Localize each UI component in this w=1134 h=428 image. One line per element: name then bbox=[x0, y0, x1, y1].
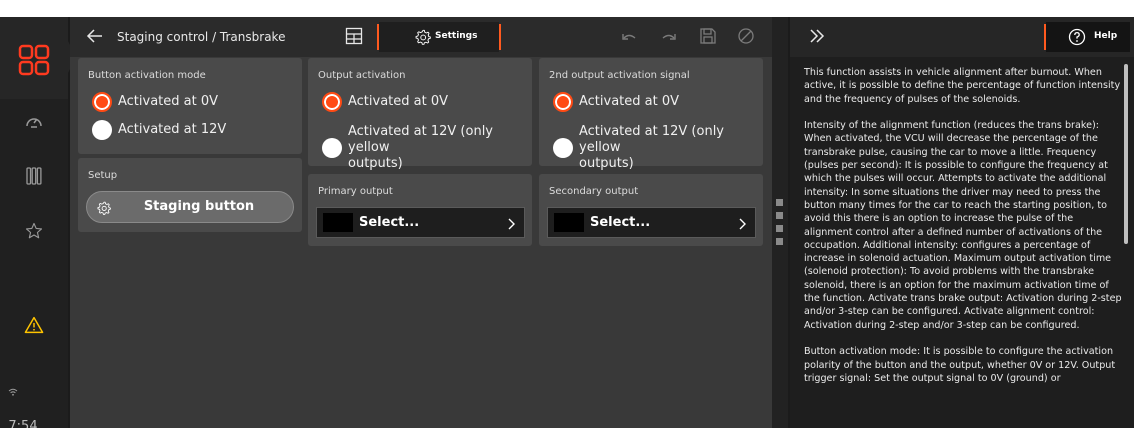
dashboard-grid-icon bbox=[0, 44, 68, 76]
card-title: 2nd output activation signal bbox=[549, 70, 690, 81]
handle-dot bbox=[776, 225, 783, 232]
panel-resize-handle[interactable] bbox=[772, 17, 788, 428]
tab-settings-label: Settings bbox=[435, 31, 478, 41]
back-arrow-icon[interactable] bbox=[86, 27, 104, 49]
card-title: Primary output bbox=[318, 186, 393, 197]
radio-option-12v[interactable]: Activated at 12V (only yellow outputs) bbox=[322, 124, 532, 172]
color-swatch bbox=[554, 213, 584, 232]
card-button-activation-mode: Button activation mode Activated at 0V A… bbox=[78, 58, 302, 154]
chevron-right-icon bbox=[737, 216, 747, 235]
cancel-icon[interactable] bbox=[737, 27, 755, 49]
handle-dot bbox=[776, 238, 783, 245]
radio-unselected[interactable] bbox=[553, 138, 573, 158]
select-value: Select... bbox=[590, 215, 651, 230]
undo-icon[interactable] bbox=[620, 27, 638, 49]
card-title: Secondary output bbox=[549, 186, 639, 197]
save-icon[interactable] bbox=[699, 27, 717, 49]
radio-selected[interactable] bbox=[322, 92, 342, 112]
chevron-right-icon bbox=[506, 216, 516, 235]
radio-label: Activated at 0V bbox=[348, 94, 449, 109]
card-output-activation: Output activation Activated at 0V Activa… bbox=[308, 58, 532, 171]
page-title: Staging control / Transbrake bbox=[117, 30, 286, 44]
columns-icon[interactable] bbox=[0, 167, 68, 185]
wifi-icon bbox=[8, 381, 18, 400]
card-setup: Setup Staging button bbox=[78, 158, 302, 232]
radio-label-line: outputs) bbox=[579, 156, 634, 171]
card-secondary-output: Secondary output Select... bbox=[539, 174, 763, 246]
gear-icon bbox=[415, 29, 431, 49]
handle-dot bbox=[776, 199, 783, 206]
help-paragraph: This function assists in vehicle alignme… bbox=[804, 67, 1121, 105]
help-paragraph: Button activation mode: It is possible t… bbox=[804, 346, 1116, 384]
radio-option-0v[interactable]: Activated at 0V bbox=[92, 92, 218, 112]
radio-option-0v[interactable]: Activated at 0V bbox=[553, 92, 679, 112]
nav-rail: 7:54 bbox=[0, 17, 76, 428]
radio-option-0v[interactable]: Activated at 0V bbox=[322, 92, 448, 112]
staging-button-label: Staging button bbox=[143, 199, 255, 214]
radio-label: Activated at 12V (only yellow outputs) bbox=[579, 124, 763, 172]
help-panel: Help This function assists in vehicle al… bbox=[790, 17, 1134, 428]
color-swatch bbox=[323, 213, 353, 232]
radio-label-line: outputs) bbox=[348, 156, 403, 171]
card-second-output-activation: 2nd output activation signal Activated a… bbox=[539, 58, 763, 171]
radio-selected[interactable] bbox=[553, 92, 573, 112]
radio-label-line: Activated at 12V (only yellow bbox=[579, 124, 724, 155]
tab-settings[interactable]: Settings bbox=[379, 22, 499, 52]
help-text: This function assists in vehicle alignme… bbox=[804, 66, 1122, 398]
radio-label: Activated at 0V bbox=[118, 94, 219, 109]
star-icon[interactable] bbox=[0, 222, 68, 240]
redo-icon[interactable] bbox=[660, 27, 678, 49]
radio-label: Activated at 0V bbox=[579, 94, 680, 109]
radio-label-line: Activated at 12V (only yellow bbox=[348, 124, 493, 155]
table-view-icon[interactable] bbox=[345, 27, 363, 49]
help-circle-icon bbox=[1068, 28, 1086, 50]
secondary-output-select[interactable]: Select... bbox=[547, 207, 756, 238]
radio-unselected[interactable] bbox=[92, 120, 112, 140]
top-strip bbox=[0, 0, 1134, 17]
tab-separator bbox=[499, 24, 501, 50]
card-primary-output: Primary output Select... bbox=[308, 174, 532, 246]
help-button[interactable]: Help bbox=[1046, 22, 1130, 52]
warning-icon[interactable] bbox=[0, 316, 68, 334]
card-title: Button activation mode bbox=[88, 70, 206, 81]
help-paragraph: Intensity of the alignment function (red… bbox=[804, 120, 1122, 331]
primary-output-select[interactable]: Select... bbox=[316, 207, 525, 238]
gauge-icon[interactable] bbox=[0, 113, 68, 129]
clock-time: 7:54 bbox=[8, 419, 38, 428]
main-panel: Staging control / Transbrake Settings Bu… bbox=[70, 17, 772, 428]
staging-button[interactable]: Staging button bbox=[86, 191, 294, 223]
radio-option-12v[interactable]: Activated at 12V (only yellow outputs) bbox=[553, 124, 763, 172]
select-value: Select... bbox=[359, 215, 420, 230]
help-button-label: Help bbox=[1094, 31, 1118, 41]
card-title: Output activation bbox=[318, 70, 406, 81]
radio-label: Activated at 12V (only yellow outputs) bbox=[348, 124, 532, 172]
collapse-panel-icon[interactable] bbox=[808, 27, 826, 49]
help-scrollbar[interactable] bbox=[1124, 64, 1128, 244]
help-top-bar: Help bbox=[790, 17, 1134, 57]
handle-dot bbox=[776, 212, 783, 219]
top-bar: Staging control / Transbrake Settings bbox=[70, 17, 772, 57]
radio-unselected[interactable] bbox=[322, 138, 342, 158]
radio-label: Activated at 12V bbox=[118, 122, 227, 137]
card-title: Setup bbox=[88, 170, 118, 181]
radio-selected[interactable] bbox=[92, 92, 112, 112]
nav-home[interactable] bbox=[0, 17, 76, 99]
radio-option-12v[interactable]: Activated at 12V bbox=[92, 120, 226, 140]
